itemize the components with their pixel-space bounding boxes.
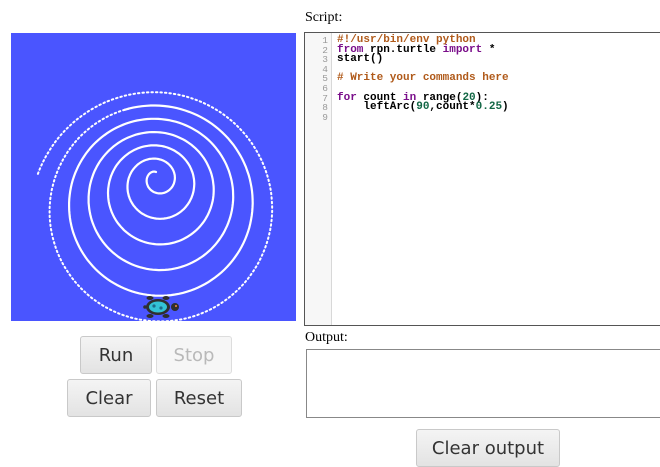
code-area[interactable]: #!/usr/bin/env python from rpn.turtle im… xyxy=(337,35,660,123)
turtle-icon xyxy=(143,296,179,318)
script-label: Script: xyxy=(305,10,343,25)
code-line: leftArc(90,count*0.25) xyxy=(337,101,509,114)
output-box[interactable] xyxy=(306,349,660,418)
code-line: from rpn.turtle import * xyxy=(337,43,496,56)
stop-button[interactable]: Stop xyxy=(156,336,232,374)
code-line: # Write your commands here xyxy=(337,72,509,85)
script-editor[interactable]: 1 2 3 4 5 6 7 8 9 #!/usr/bin/env python … xyxy=(304,32,660,326)
turtle-canvas xyxy=(11,33,296,321)
clear-output-button[interactable]: Clear output xyxy=(416,429,560,467)
clear-button[interactable]: Clear xyxy=(67,379,151,417)
spiral-drawing xyxy=(36,91,274,321)
output-label: Output: xyxy=(305,330,348,345)
run-button[interactable]: Run xyxy=(80,336,152,374)
line-number-gutter: 1 2 3 4 5 6 7 8 9 xyxy=(305,33,332,325)
code-line: start() xyxy=(337,53,384,66)
reset-button[interactable]: Reset xyxy=(156,379,242,417)
line-number: 9 xyxy=(322,111,328,123)
